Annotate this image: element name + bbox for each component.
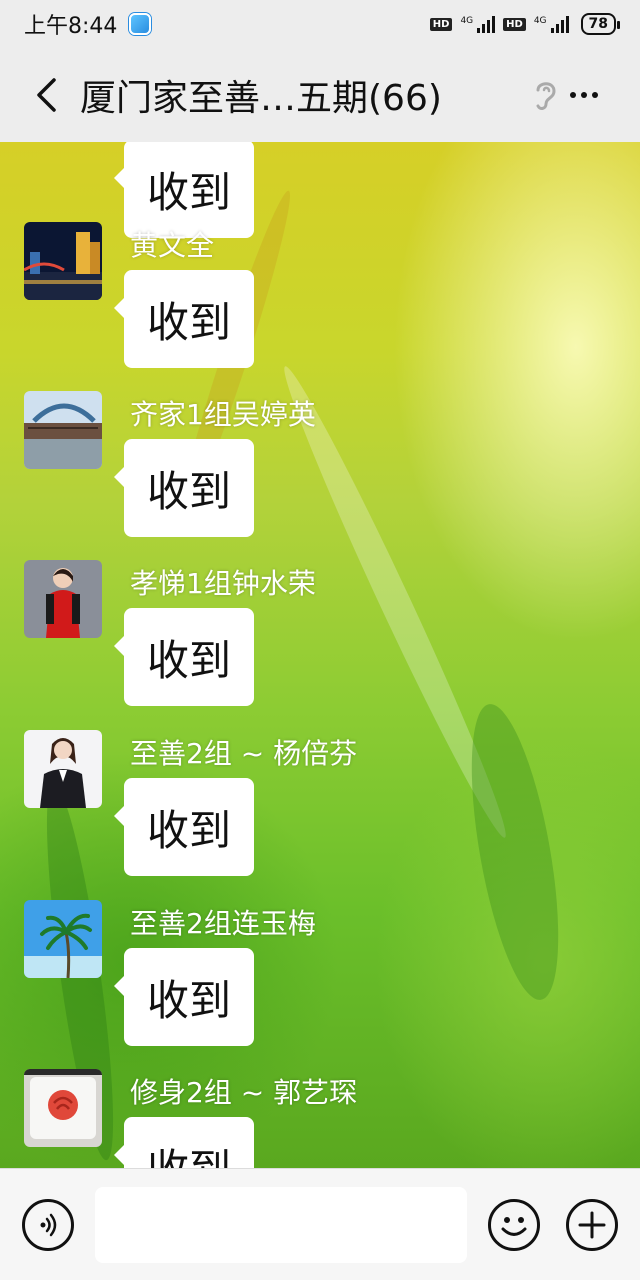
message-bubble[interactable]: 收到 xyxy=(114,948,254,1046)
sender-name: 孝悌1组钟水荣 xyxy=(130,567,316,600)
message-item: 黄文全 收到 xyxy=(0,222,640,392)
sender-name: 修身2组 ~ 郭艺琛 xyxy=(130,1076,358,1109)
status-bar: 上午8:44 HD 4G HD 4G 78 xyxy=(0,0,640,48)
avatar[interactable] xyxy=(24,730,102,808)
signal-icon: 4G xyxy=(460,15,496,33)
battery-icon: 78 xyxy=(580,13,621,35)
message-bubble[interactable]: 收到 xyxy=(114,270,254,368)
avatar[interactable] xyxy=(24,391,102,469)
message-item: 齐家1组吴婷英 收到 xyxy=(0,391,640,561)
chat-message-list[interactable]: 收到 黄文全 收到 齐家1组吴婷英 收到 孝悌1组钟水荣 收到 至善2组 ~ 杨… xyxy=(0,142,640,1168)
voice-input-button[interactable] xyxy=(22,1199,74,1251)
dot-icon xyxy=(592,92,598,98)
sender-name: 黄文全 xyxy=(130,229,215,262)
voice-icon xyxy=(40,1213,57,1237)
chevron-left-icon xyxy=(37,78,56,112)
message-item: 至善2组连玉梅 收到 xyxy=(0,900,640,1070)
hd-icon-2: HD xyxy=(503,17,526,31)
sender-name: 齐家1组吴婷英 xyxy=(130,398,316,431)
message-bubble[interactable]: 收到 xyxy=(114,439,254,537)
avatar[interactable] xyxy=(24,222,102,300)
status-icons: HD 4G HD 4G 78 xyxy=(429,13,621,35)
network-type-label-2: 4G xyxy=(533,15,547,26)
app-notification-icon xyxy=(129,13,152,35)
avatar[interactable] xyxy=(24,1069,102,1147)
message-bubble[interactable]: 收到 xyxy=(114,1117,254,1168)
message-item: 孝悌1组钟水荣 收到 xyxy=(0,560,640,730)
chat-title: 厦门家至善…五期(66) xyxy=(80,78,442,119)
message-input[interactable] xyxy=(95,1187,467,1263)
sender-name: 至善2组 ~ 杨倍芬 xyxy=(130,737,358,770)
dot-icon xyxy=(570,92,576,98)
ear-mode-icon[interactable] xyxy=(528,76,562,116)
sender-name: 至善2组连玉梅 xyxy=(130,907,316,940)
battery-level: 78 xyxy=(588,16,608,32)
message-item: 修身2组 ~ 郭艺琛 收到 xyxy=(0,1069,640,1168)
more-options-button[interactable] xyxy=(564,80,604,110)
signal-icon-2: 4G xyxy=(533,15,569,33)
input-bar xyxy=(0,1168,640,1280)
message-item: 至善2组 ~ 杨倍芬 收到 xyxy=(0,730,640,900)
network-type-label: 4G xyxy=(460,15,474,26)
emoji-icon xyxy=(501,1217,527,1236)
avatar[interactable] xyxy=(24,900,102,978)
plus-icon xyxy=(578,1211,606,1239)
more-functions-button[interactable] xyxy=(566,1199,618,1251)
back-button[interactable] xyxy=(16,65,76,125)
dot-icon xyxy=(581,92,587,98)
message-bubble[interactable]: 收到 xyxy=(114,608,254,706)
emoji-button[interactable] xyxy=(488,1199,540,1251)
hd-icon: HD xyxy=(429,17,453,31)
status-time: 上午8:44 xyxy=(24,14,118,39)
chat-header: 厦门家至善…五期(66) xyxy=(0,48,640,142)
avatar[interactable] xyxy=(24,560,102,638)
message-bubble[interactable]: 收到 xyxy=(114,778,254,876)
